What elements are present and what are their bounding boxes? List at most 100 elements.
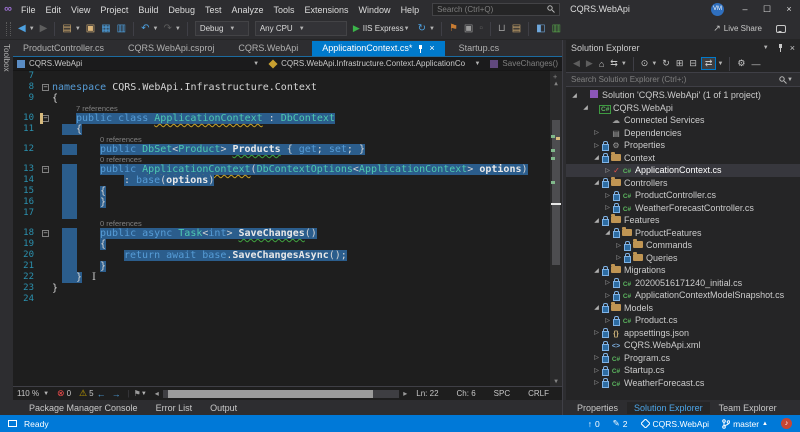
- toolbar-drag-handle[interactable]: [6, 21, 11, 36]
- menu-extensions[interactable]: Extensions: [300, 5, 354, 15]
- menu-edit[interactable]: Edit: [41, 5, 67, 15]
- chevron-down-icon[interactable]: ▼: [651, 61, 657, 67]
- vertical-scrollbar-thumb[interactable]: [552, 120, 560, 265]
- minimize-button[interactable]: –: [734, 0, 756, 18]
- collapsed-arrow-icon[interactable]: ▷: [614, 254, 623, 261]
- line-number[interactable]: 8: [13, 82, 39, 93]
- code-line[interactable]: 12 public DbSet<Product> Products { get; …: [13, 144, 562, 155]
- tree-item[interactable]: ◢ C# CQRS.WebApi: [566, 102, 800, 115]
- collapsed-arrow-icon[interactable]: ▷: [603, 192, 612, 199]
- se-tab-team-explorer[interactable]: Team Explorer: [712, 402, 784, 414]
- code-line[interactable]: 15 {: [13, 186, 562, 197]
- chevron-down-icon[interactable]: ▼: [75, 26, 81, 32]
- se-sync-active-document-icon[interactable]: ⇄: [700, 57, 717, 70]
- redo-icon[interactable]: ↷: [161, 19, 173, 39]
- menu-window[interactable]: Window: [354, 5, 396, 15]
- scroll-down-icon[interactable]: ▼: [550, 378, 562, 385]
- profiler-icon[interactable]: ▥: [550, 19, 563, 39]
- restart-icon[interactable]: ↻: [416, 19, 428, 39]
- tree-item[interactable]: ▷ C# ProductController.cs: [566, 189, 800, 202]
- close-tab-icon[interactable]: ×: [429, 43, 434, 53]
- code-editor[interactable]: 7 8− namespace CQRS.WebApi.Infrastructure.…: [13, 71, 562, 386]
- quick-search-box[interactable]: Search (Ctrl+Q): [432, 2, 561, 16]
- toolbox-side-tab[interactable]: Toolbox: [0, 40, 13, 415]
- close-panel-icon[interactable]: ×: [790, 43, 795, 53]
- code-line[interactable]: 18− public async Task<int> SaveChanges(): [13, 228, 562, 239]
- expanded-arrow-icon[interactable]: ◢: [592, 304, 601, 311]
- expanded-arrow-icon[interactable]: ◢: [592, 267, 601, 274]
- line-number[interactable]: 9: [13, 93, 39, 104]
- vertical-scrollbar[interactable]: + ▲ ▼: [550, 71, 562, 386]
- expanded-arrow-icon[interactable]: ◢: [581, 104, 590, 111]
- line-number[interactable]: 22: [13, 272, 39, 283]
- pending-pushes[interactable]: ↑ 0: [588, 419, 600, 429]
- se-collapse-all-icon[interactable]: ⊟: [687, 58, 699, 69]
- line-number[interactable]: 15: [13, 186, 39, 197]
- chevron-down-icon[interactable]: ▼: [621, 61, 627, 67]
- new-project-icon[interactable]: ▤: [60, 19, 73, 39]
- se-pending-changes-filter-icon[interactable]: ⊙: [639, 58, 651, 69]
- hscroll-right-icon[interactable]: ▸: [403, 389, 407, 398]
- code-line[interactable]: 20 return await base.SaveChangesAsync();: [13, 250, 562, 261]
- se-refresh-icon[interactable]: ↻: [660, 58, 672, 69]
- code-line[interactable]: 13− public ApplicationContext(DbContextOp…: [13, 164, 562, 175]
- solution-search-box[interactable]: Search Solution Explorer (Ctrl+;) ▼: [566, 73, 800, 87]
- tree-item[interactable]: ▷ Commands: [566, 239, 800, 252]
- code-line[interactable]: 22} I: [13, 272, 562, 283]
- se-switch-views-icon[interactable]: ⇆: [608, 58, 620, 69]
- fold-collapse-icon[interactable]: −: [42, 84, 49, 91]
- branch-indicator[interactable]: master ▲: [722, 419, 768, 429]
- line-number[interactable]: 16: [13, 197, 39, 208]
- se-forward-icon[interactable]: ▶: [584, 58, 595, 69]
- find-in-files-icon[interactable]: ⚑: [447, 19, 460, 39]
- collapsed-arrow-icon[interactable]: ▷: [603, 204, 612, 211]
- pin-icon[interactable]: [417, 44, 424, 53]
- warning-count[interactable]: 5: [89, 389, 93, 398]
- tree-item[interactable]: ▷ ▤ Dependencies: [566, 127, 800, 140]
- tree-item[interactable]: ▷ C# Startup.cs: [566, 364, 800, 377]
- code-line[interactable]: 7: [13, 71, 562, 82]
- tab-applicationcontext-cs-[interactable]: ApplicationContext.cs* ×: [312, 41, 445, 56]
- se-show-all-files-icon[interactable]: ⊞: [674, 58, 686, 69]
- avatar[interactable]: VM: [711, 2, 724, 16]
- se-properties-icon[interactable]: ⚙: [735, 58, 747, 69]
- menu-project[interactable]: Project: [95, 5, 133, 15]
- se-preview-icon[interactable]: —: [750, 59, 763, 69]
- live-visual-tree-icon[interactable]: ▣: [462, 19, 475, 39]
- se-tab-properties[interactable]: Properties: [570, 402, 625, 414]
- chevron-down-icon[interactable]: ▼: [429, 26, 435, 32]
- fold-collapse-icon[interactable]: −: [42, 230, 49, 237]
- tree-item[interactable]: ▷ ⚙ Properties: [566, 139, 800, 152]
- open-folder-icon[interactable]: ▣: [84, 19, 97, 39]
- line-number[interactable]: 12: [13, 144, 39, 155]
- live-share-button[interactable]: Live Share: [724, 24, 762, 33]
- line-number[interactable]: 10: [13, 113, 39, 124]
- chevron-down-icon[interactable]: ▼: [29, 26, 35, 32]
- code-line[interactable]: 23}: [13, 283, 562, 294]
- maximize-button[interactable]: ☐: [756, 0, 778, 18]
- tree-item[interactable]: ◢ Features: [566, 214, 800, 227]
- horizontal-scrollbar-thumb[interactable]: [167, 389, 374, 398]
- new-item-icon[interactable]: ⊔: [496, 19, 508, 39]
- line-number[interactable]: 21: [13, 261, 39, 272]
- tree-item[interactable]: ▷ C# ApplicationContextModelSnapshot.cs: [566, 289, 800, 302]
- nav-back-icon[interactable]: ◀: [16, 19, 28, 39]
- se-tab-solution-explorer[interactable]: Solution Explorer: [627, 401, 710, 414]
- tab-cqrs-webapi-csproj[interactable]: CQRS.WebApi.csproj: [118, 41, 224, 56]
- tab-productcontroller-cs[interactable]: ProductController.cs: [13, 41, 114, 56]
- menu-build[interactable]: Build: [133, 5, 163, 15]
- se-home-icon[interactable]: ⌂: [597, 59, 606, 69]
- line-number[interactable]: 20: [13, 250, 39, 261]
- window-position-icon[interactable]: ▼: [763, 45, 769, 51]
- eol-indicator[interactable]: CRLF: [528, 389, 549, 398]
- collapsed-arrow-icon[interactable]: ▷: [592, 129, 601, 136]
- breadcrumb-project[interactable]: CQRS.WebApi ▼: [13, 57, 265, 70]
- code-line[interactable]: 24: [13, 294, 562, 305]
- navigate-back-icon[interactable]: ←: [97, 389, 106, 399]
- tab-cqrs-webapi[interactable]: CQRS.WebApi: [228, 41, 308, 56]
- pin-icon[interactable]: [777, 43, 784, 52]
- space-mode-indicator[interactable]: SPC: [494, 389, 510, 398]
- menu-debug[interactable]: Debug: [163, 5, 200, 15]
- attach-process-icon[interactable]: ◧: [534, 19, 547, 39]
- line-number[interactable]: 19: [13, 239, 39, 250]
